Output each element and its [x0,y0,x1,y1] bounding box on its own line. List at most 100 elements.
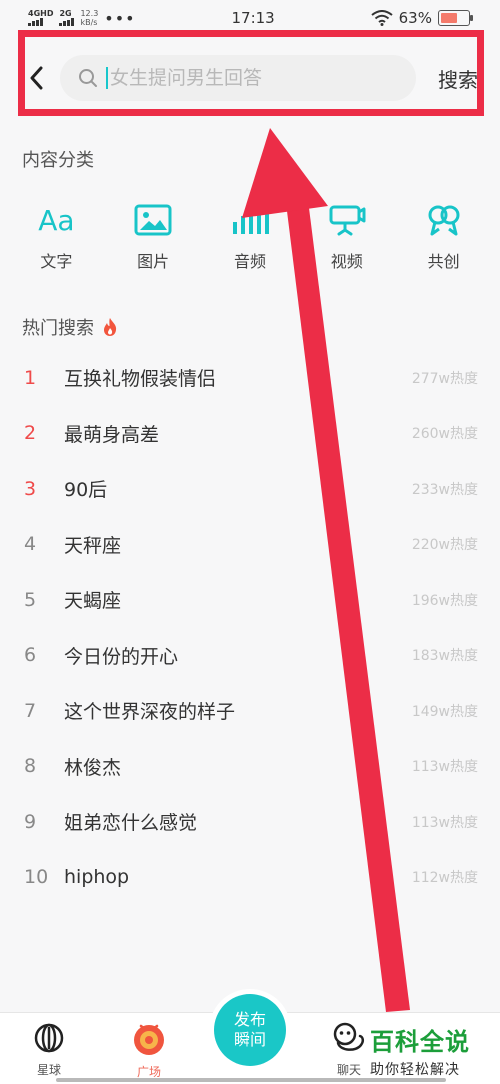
heat-value: 277w热度 [411,370,478,387]
signal-2: 2G [59,9,75,26]
category-label: 图片 [137,252,170,271]
category-label: 视频 [330,252,363,271]
status-bar: 4GHD 2G 12.3 kB/s ••• 17:13 63% [0,0,500,36]
status-right: 63% [371,9,473,27]
heat-value: 233w热度 [411,481,478,498]
hot-search-item[interactable]: 6 今日份的开心 183w热度 [0,628,500,684]
rank-number: 10 [24,866,49,889]
rank-number: 8 [24,755,37,778]
hot-search-item[interactable]: 8 林俊杰 113w热度 [0,739,500,795]
battery-percent: 63% [398,9,432,27]
text-cursor [106,67,108,89]
category-cocreate[interactable]: 共创 [404,200,484,280]
search-term: hiphop [64,866,130,889]
search-term: 林俊杰 [64,756,122,779]
hot-search-item[interactable]: 9 姐弟恋什么感觉 113w热度 [0,794,500,850]
heat-value: 113w热度 [411,814,478,831]
nav-label: 星球 [36,1063,61,1077]
search-term: 今日份的开心 [64,645,179,668]
hot-search-item[interactable]: 3 90后 233w热度 [0,461,500,517]
signal-1: 4GHD [28,10,53,26]
text-icon: Aa [38,203,75,237]
battery-icon [437,10,473,26]
heat-value: 112w热度 [411,870,478,887]
status-time: 17:13 [231,9,275,27]
rank-number: 9 [24,810,37,833]
nav-square[interactable]: 广场 [114,1021,184,1080]
chevron-left-icon [30,66,43,90]
heat-value: 113w热度 [411,759,478,776]
co-create-icon [426,200,462,240]
search-term: 最萌身高差 [64,423,160,446]
heat-value: 196w热度 [411,592,478,609]
rank-number: 7 [24,699,37,722]
category-label: 音频 [233,252,266,271]
nav-label: 聊天 [336,1063,361,1077]
search-term: 这个世界深夜的样子 [64,701,236,724]
rank-number: 6 [24,644,37,667]
search-term: 互换礼物假装情侣 [64,368,217,391]
category-text[interactable]: Aa 文字 [16,200,96,280]
more-notifications-icon: ••• [104,8,136,28]
hot-search-header: 热门搜索 [22,314,118,340]
search-term: 姐弟恋什么感觉 [64,812,198,835]
network-label-1: 4GHD [28,9,54,18]
planet-icon [34,1023,64,1053]
heat-value: 149w热度 [411,703,478,720]
publish-label-2: 瞬间 [233,1030,266,1049]
rank-number: 2 [24,422,37,445]
search-icon [79,69,97,87]
rank-number: 4 [24,533,37,556]
hot-search-item[interactable]: 7 这个世界深夜的样子 149w热度 [0,683,500,739]
search-input[interactable] [110,67,400,89]
network-label-2: 2G [59,9,72,18]
categories-title: 内容分类 [22,150,94,171]
category-image[interactable]: 图片 [113,200,193,280]
hot-search-item[interactable]: 4 天秤座 220w热度 [0,517,500,573]
rank-number: 5 [24,588,37,611]
hot-search-item[interactable]: 5 天蝎座 196w热度 [0,572,500,628]
heat-value: 220w热度 [411,537,478,554]
category-audio[interactable]: 音频 [210,200,290,280]
search-box[interactable] [60,55,416,101]
heat-value: 183w热度 [411,648,478,665]
category-label: 文字 [40,252,73,271]
hot-search-item[interactable]: 2 最萌身高差 260w热度 [0,406,500,462]
watermark: 百科全说 助你轻松解决 [370,1022,470,1079]
hot-search-item[interactable]: 1 互换礼物假装情侣 277w热度 [0,350,500,406]
hot-search-list: 1 互换礼物假装情侣 277w热度 2 最萌身高差 260w热度 3 90后 233w热度 … [0,350,500,905]
rank-number: 3 [24,477,37,500]
search-header: 搜索 [0,40,500,116]
signal-bars-icon [28,18,43,26]
category-list: Aa 文字 图片 音频 视频 共创 [0,200,500,280]
square-icon [134,1024,164,1055]
chat-icon [333,1022,365,1051]
image-icon [134,200,172,240]
publish-button[interactable]: 发布 瞬间 [214,994,286,1066]
search-button[interactable]: 搜索 [438,64,478,93]
net-speed: 12.3 kB/s [80,9,98,27]
hot-search-item[interactable]: 10 hiphop 112w热度 [0,850,500,906]
publish-label-1: 发布 [233,1010,266,1029]
search-term: 天蝎座 [64,590,122,613]
wifi-icon [371,10,393,26]
battery-fill [440,13,458,23]
back-button[interactable] [24,64,48,92]
nav-planet[interactable]: 星球 [14,1021,84,1078]
net-speed-unit: kB/s [80,18,98,27]
audio-icon [231,200,269,240]
heat-value: 260w热度 [411,426,478,443]
watermark-title: 百科全说 [370,1028,470,1056]
search-term: 天秤座 [64,534,122,557]
net-speed-value: 12.3 [80,9,99,18]
category-label: 共创 [427,252,460,271]
signal-bars-icon [59,18,75,26]
rank-number: 1 [24,366,37,389]
search-term: 90后 [64,479,108,502]
fire-icon [104,318,117,336]
video-icon [328,200,366,240]
hot-search-title: 热门搜索 [22,318,94,339]
watermark-subtitle: 助你轻松解决 [370,1062,460,1078]
category-video[interactable]: 视频 [307,200,387,280]
status-left: 4GHD 2G 12.3 kB/s ••• [28,9,136,28]
